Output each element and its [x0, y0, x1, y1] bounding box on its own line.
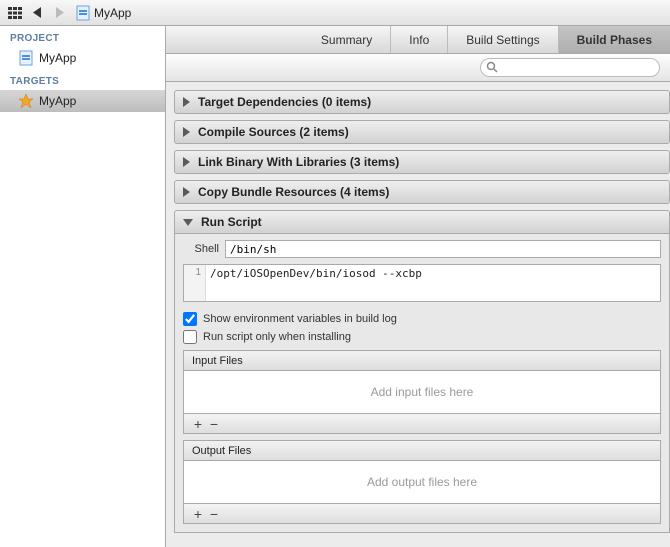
phase-header[interactable]: Target Dependencies (0 items): [174, 90, 670, 114]
disclosure-icon: [183, 127, 190, 137]
nav-back-icon[interactable]: [26, 3, 48, 23]
shell-field[interactable]: [225, 240, 661, 258]
disclosure-icon: [183, 219, 193, 226]
search-input[interactable]: [480, 58, 660, 77]
toolbar: MyApp: [0, 0, 670, 26]
nav-forward-icon[interactable]: [48, 3, 70, 23]
output-files-header[interactable]: Output Files: [183, 440, 661, 460]
phase-target-dependencies: Target Dependencies (0 items): [174, 90, 670, 114]
tab-bar: Summary Info Build Settings Build Phases: [166, 26, 670, 54]
search-box: [480, 58, 660, 77]
checkbox-input[interactable]: [183, 330, 197, 344]
output-files-body[interactable]: Add output files here: [183, 460, 661, 504]
shell-label: Shell: [183, 243, 219, 255]
target-icon: [18, 93, 34, 109]
search-bar: [166, 54, 670, 82]
disclosure-icon: [183, 187, 190, 197]
breadcrumb-title: MyApp: [94, 6, 131, 20]
tab-info[interactable]: Info: [390, 26, 447, 53]
checkbox-show-env[interactable]: Show environment variables in build log: [183, 312, 661, 326]
sidebar-header-project: PROJECT: [0, 26, 165, 47]
phase-compile-sources: Compile Sources (2 items): [174, 120, 670, 144]
sidebar: PROJECT MyApp TARGETS MyApp: [0, 26, 166, 547]
phase-header[interactable]: Copy Bundle Resources (4 items): [174, 180, 670, 204]
phase-copy-bundle: Copy Bundle Resources (4 items): [174, 180, 670, 204]
phase-header[interactable]: Compile Sources (2 items): [174, 120, 670, 144]
script-editor[interactable]: 1 /opt/iOSOpenDev/bin/iosod --xcbp: [183, 264, 661, 302]
tab-build-settings[interactable]: Build Settings: [447, 26, 557, 53]
project-icon: [18, 50, 34, 66]
remove-button[interactable]: −: [206, 507, 222, 521]
view-grid-icon[interactable]: [4, 3, 26, 23]
checkbox-label: Run script only when installing: [203, 331, 351, 343]
disclosure-icon: [183, 97, 190, 107]
disclosure-icon: [183, 157, 190, 167]
project-icon: [76, 5, 90, 21]
phase-body: Shell 1 /opt/iOSOpenDev/bin/iosod --xcbp…: [174, 234, 670, 533]
input-files-footer: + −: [183, 414, 661, 434]
input-files-body[interactable]: Add input files here: [183, 370, 661, 414]
phase-title: Compile Sources (2 items): [198, 125, 349, 139]
phase-title: Link Binary With Libraries (3 items): [198, 155, 399, 169]
add-button[interactable]: +: [190, 507, 206, 521]
tab-summary[interactable]: Summary: [303, 26, 390, 53]
script-content: /opt/iOSOpenDev/bin/iosod --xcbp: [206, 265, 660, 301]
remove-button[interactable]: −: [206, 417, 222, 431]
phase-header[interactable]: Link Binary With Libraries (3 items): [174, 150, 670, 174]
phase-run-script: Run Script Shell 1 /opt/iOSOpenDev/bin/i…: [174, 210, 670, 533]
input-files-header[interactable]: Input Files: [183, 350, 661, 370]
content: Summary Info Build Settings Build Phases…: [166, 26, 670, 547]
checkbox-only-install[interactable]: Run script only when installing: [183, 330, 661, 344]
sidebar-item-label: MyApp: [39, 51, 76, 65]
sidebar-header-targets: TARGETS: [0, 69, 165, 90]
sidebar-item-project[interactable]: MyApp: [0, 47, 165, 69]
phase-title: Target Dependencies (0 items): [198, 95, 371, 109]
build-phases-list: Target Dependencies (0 items) Compile So…: [166, 82, 670, 547]
phase-title: Run Script: [201, 215, 262, 229]
search-icon: [486, 61, 498, 73]
sidebar-item-target[interactable]: MyApp: [0, 90, 165, 112]
breadcrumb[interactable]: MyApp: [76, 5, 131, 21]
checkbox-input[interactable]: [183, 312, 197, 326]
phase-header[interactable]: Run Script: [174, 210, 670, 234]
output-files-panel: Output Files Add output files here + −: [183, 440, 661, 524]
phase-link-binary: Link Binary With Libraries (3 items): [174, 150, 670, 174]
input-files-panel: Input Files Add input files here + −: [183, 350, 661, 434]
sidebar-item-label: MyApp: [39, 94, 76, 108]
tab-build-phases[interactable]: Build Phases: [558, 26, 670, 53]
add-button[interactable]: +: [190, 417, 206, 431]
line-gutter: 1: [184, 265, 206, 301]
checkbox-label: Show environment variables in build log: [203, 313, 397, 325]
output-files-footer: + −: [183, 504, 661, 524]
phase-title: Copy Bundle Resources (4 items): [198, 185, 389, 199]
